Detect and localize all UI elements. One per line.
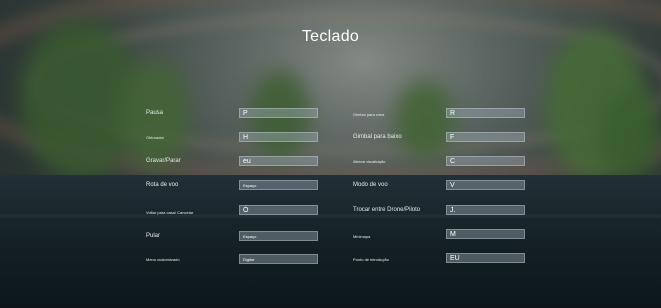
label-pular: Pular [146,233,161,239]
page-title: Teclado [301,28,360,45]
key-trocar-drone-piloto[interactable]: J. [446,205,525,215]
key-pausa[interactable]: P [239,108,318,118]
key-voltar-para-casa[interactable]: Ó [239,205,318,215]
label-minimapa: Minimapa [353,234,371,239]
key-modo-de-voo[interactable]: V [446,180,525,190]
key-rota-de-voo[interactable]: Espaço [239,180,318,190]
key-menu-customizado[interactable]: Digitar [239,254,318,264]
label-ponto-de-introducao: Ponto de introdução [353,257,389,262]
label-voltar-para-casa: Voltar para casa/ Cancelar [146,210,194,215]
label-trocar-drone-piloto: Trocar entre Drone/Piloto [353,207,421,213]
key-gravar-parar[interactable]: eu [239,156,318,166]
key-obturador[interactable]: H [239,132,318,142]
key-ponto-de-introducao[interactable]: EU [446,253,525,263]
label-gimbal-para-baixo: Gimbal para baixo [353,134,402,140]
label-modo-de-voo: Modo de voo [353,182,388,188]
key-pular[interactable]: Espaço [239,231,318,241]
label-alternar-visualizacao: Alternar visualização [353,160,386,164]
label-pausa: Pausa [146,110,164,116]
label-menu-customizado: Menu customizado [146,257,180,262]
key-minimapa[interactable]: M [446,229,525,239]
label-gravar-parar: Gravar/Parar [146,158,181,164]
label-obturador: Obturador [146,135,165,140]
label-rota-de-voo: Rota de voo [146,182,179,188]
key-gimbal-para-cima[interactable]: R [446,108,525,118]
key-gimbal-para-baixo[interactable]: F [446,132,525,142]
background-scene [0,0,661,308]
key-alternar-visualizacao[interactable]: C [446,156,525,166]
label-gimbal-para-cima: Gimbal para cima [353,112,385,117]
